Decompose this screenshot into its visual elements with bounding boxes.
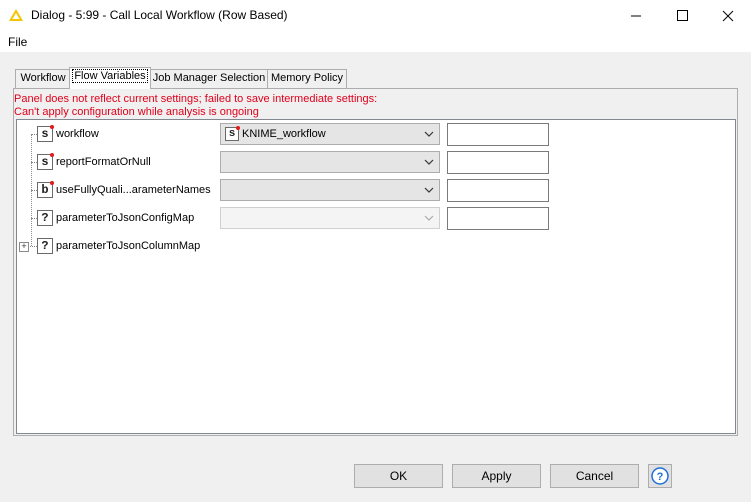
tab-memory-policy-label: Memory Policy — [270, 72, 344, 84]
tab-memory-policy[interactable]: Memory Policy — [267, 69, 347, 88]
string-type-icon: s — [225, 126, 240, 141]
flow-variable-tree: s workflow s KNIME_workflow s reportForm… — [16, 119, 736, 434]
type-icon-glyph: s — [41, 127, 49, 141]
cancel-button[interactable]: Cancel — [550, 464, 639, 488]
variable-dot-icon — [236, 126, 240, 130]
string-type-icon: s — [37, 125, 54, 142]
minimize-icon — [631, 15, 641, 17]
boolean-type-icon: b — [37, 181, 54, 198]
row-label-reportformatornull: reportFormatOrNull — [56, 156, 151, 168]
knime-app-icon — [9, 9, 23, 21]
expand-plus-icon[interactable]: + — [19, 242, 29, 252]
close-icon — [722, 10, 734, 22]
row-label-workflow: workflow — [56, 128, 99, 140]
row-label-usefullyqualified: useFullyQuali...arameterNames — [56, 184, 211, 196]
chevron-down-icon — [424, 131, 434, 137]
type-icon-glyph: b — [41, 183, 49, 197]
tab-flow-variables[interactable]: Flow Variables — [69, 67, 151, 89]
variable-dot-icon — [50, 181, 54, 185]
type-icon-glyph: s — [228, 128, 236, 140]
ok-button[interactable]: OK — [354, 464, 443, 488]
help-icon: ? — [651, 467, 669, 485]
combo-value-text: KNIME_workflow — [242, 128, 326, 140]
variable-name-input-parametertojsonconfigmap[interactable] — [447, 207, 549, 230]
chevron-down-icon — [424, 159, 434, 165]
type-icon-glyph: ? — [41, 239, 49, 253]
tab-flow-variables-label: Flow Variables — [72, 69, 148, 83]
window-title: Dialog - 5:99 - Call Local Workflow (Row… — [31, 8, 288, 22]
type-icon-glyph: ? — [41, 211, 49, 225]
close-button[interactable] — [705, 0, 751, 32]
row-label-parametertojsoncolumnmap: parameterToJsonColumnMap — [56, 240, 201, 252]
variable-name-input-workflow[interactable] — [447, 123, 549, 146]
maximize-icon — [677, 10, 688, 21]
warning-message: Panel does not reflect current settings;… — [14, 93, 377, 119]
row-label-parametertojsonconfigmap: parameterToJsonConfigMap — [56, 212, 195, 224]
variable-dot-icon — [50, 153, 54, 157]
menu-file[interactable]: File — [8, 35, 27, 49]
menu-bar: File — [0, 32, 751, 52]
warning-line-2: Can't apply configuration while analysis… — [14, 106, 259, 118]
svg-text:?: ? — [657, 471, 664, 483]
apply-button[interactable]: Apply — [452, 464, 541, 488]
unknown-type-icon: ? — [37, 210, 53, 226]
variable-name-input-reportformatornull[interactable] — [447, 151, 549, 174]
help-button[interactable]: ? — [648, 464, 672, 488]
variable-dot-icon — [50, 125, 54, 129]
chevron-down-icon — [424, 215, 434, 221]
tab-workflow-label: Workflow — [20, 72, 66, 84]
maximize-button[interactable] — [659, 0, 705, 32]
type-icon-glyph: s — [41, 155, 49, 169]
tab-job-manager-label: Job Manager Selection — [152, 72, 266, 84]
title-bar: Dialog - 5:99 - Call Local Workflow (Row… — [0, 0, 751, 32]
tab-workflow[interactable]: Workflow — [15, 69, 71, 88]
variable-select-reportformatornull[interactable] — [220, 151, 440, 173]
warning-line-1: Panel does not reflect current settings;… — [14, 93, 378, 105]
variable-name-input-usefullyqualified[interactable] — [447, 179, 549, 202]
variable-select-workflow[interactable]: s KNIME_workflow — [220, 123, 440, 145]
variable-select-parametertojsonconfigmap — [220, 207, 440, 229]
minimize-button[interactable] — [613, 0, 659, 32]
variable-select-usefullyqualified[interactable] — [220, 179, 440, 201]
chevron-down-icon — [424, 187, 434, 193]
combo-value: s KNIME_workflow — [225, 126, 326, 141]
unknown-type-icon: ? — [37, 238, 53, 254]
tab-job-manager-selection[interactable]: Job Manager Selection — [149, 69, 269, 88]
string-type-icon: s — [37, 153, 54, 170]
